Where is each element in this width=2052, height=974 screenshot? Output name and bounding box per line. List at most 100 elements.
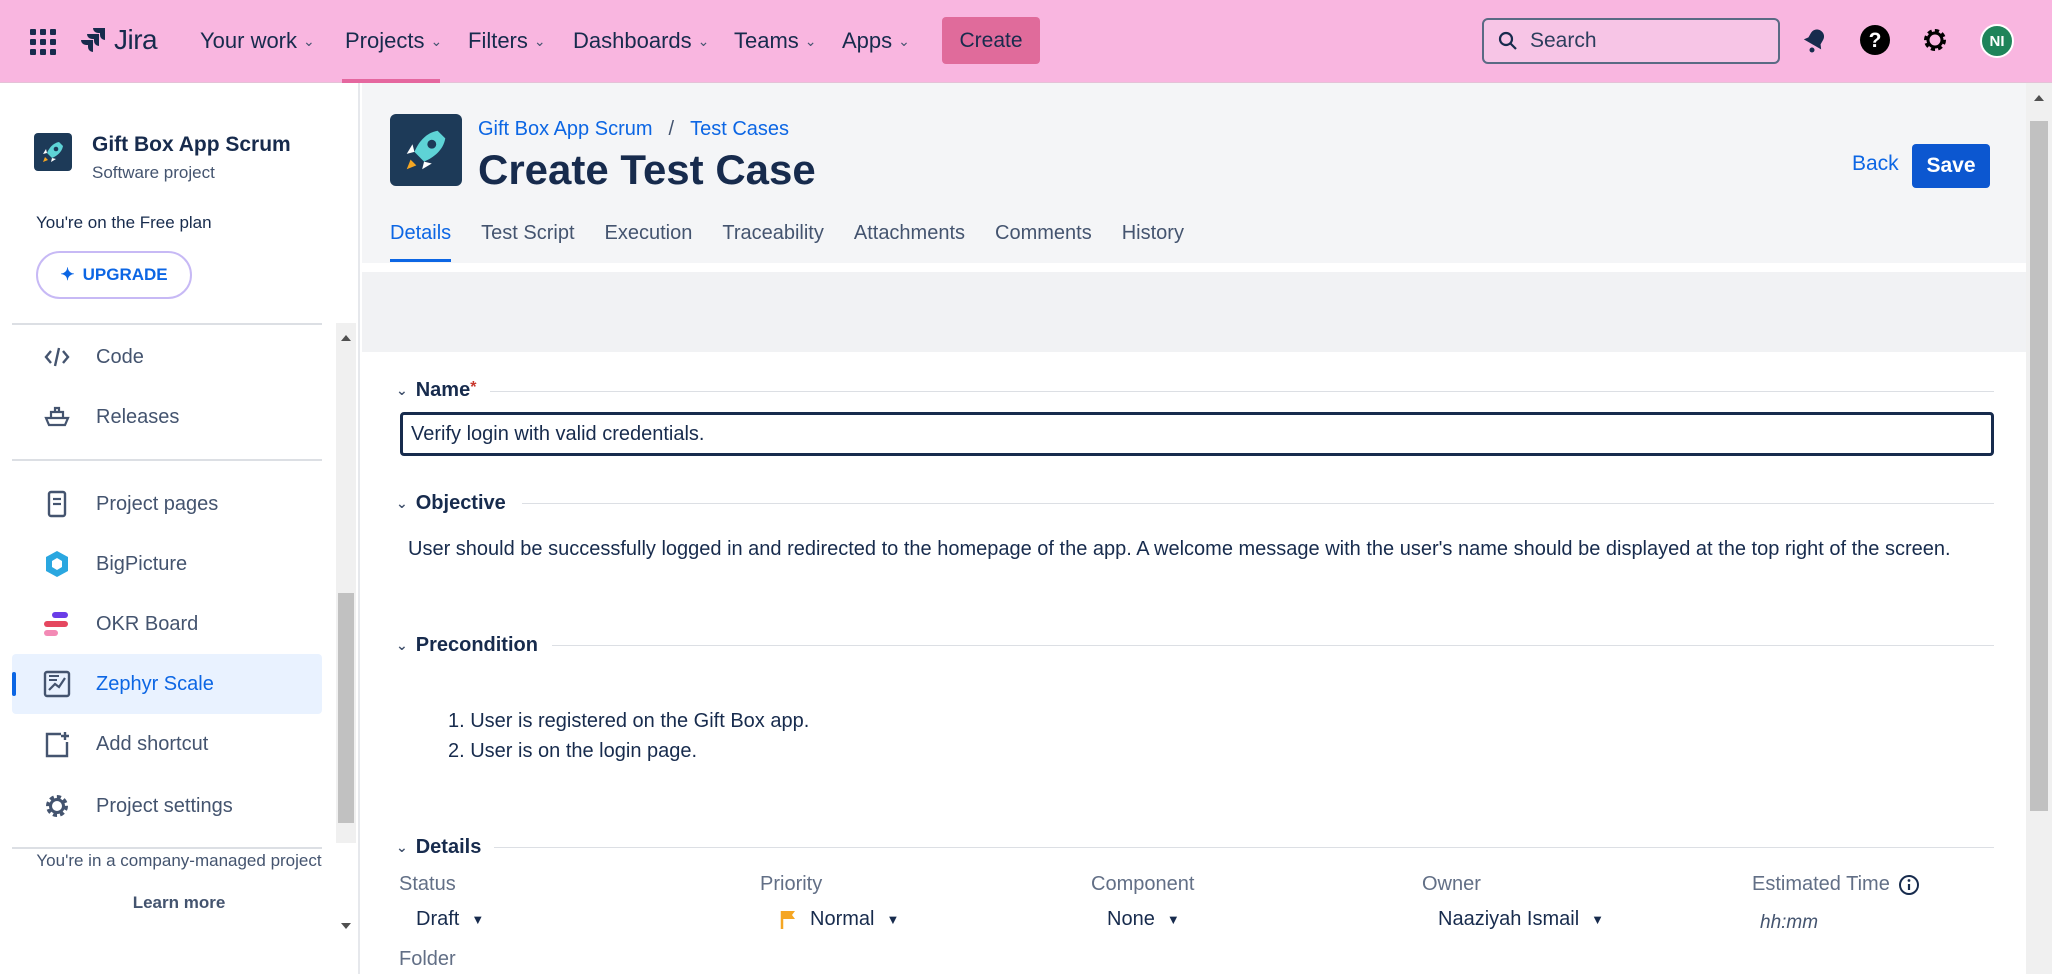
breadcrumb: Gift Box App Scrum / Test Cases bbox=[478, 118, 789, 141]
name-section-header[interactable]: ⌄ Name* bbox=[396, 379, 476, 402]
notifications-icon[interactable] bbox=[1798, 23, 1832, 57]
component-select[interactable]: None ▼ bbox=[1107, 908, 1180, 931]
breadcrumb-test-cases[interactable]: Test Cases bbox=[690, 118, 789, 141]
chevron-down-icon: ▼ bbox=[1591, 912, 1605, 927]
precondition-list[interactable]: 1. User is registered on the Gift Box ap… bbox=[448, 706, 809, 766]
app-switcher-icon[interactable] bbox=[30, 29, 56, 55]
priority-select[interactable]: Normal ▼ bbox=[780, 908, 899, 931]
scroll-thumb[interactable] bbox=[338, 593, 354, 823]
ship-icon bbox=[42, 406, 72, 428]
sidebar-item-zephyr-scale[interactable]: Zephyr Scale bbox=[12, 654, 322, 714]
project-header[interactable]: Gift Box App Scrum Software project bbox=[34, 133, 291, 183]
breadcrumb-separator: / bbox=[668, 118, 675, 140]
upgrade-button[interactable]: ✦ UPGRADE bbox=[36, 251, 192, 299]
search-icon bbox=[1498, 31, 1517, 50]
sidebar-scrollbar[interactable] bbox=[336, 323, 356, 929]
jira-logo-icon bbox=[81, 28, 105, 52]
chevron-down-icon: ▼ bbox=[886, 912, 900, 927]
sidebar-item-code[interactable]: Code bbox=[12, 327, 322, 387]
main-scrollbar[interactable] bbox=[2026, 83, 2052, 974]
scroll-up-arrow-icon[interactable] bbox=[340, 333, 352, 343]
sidebar-item-label: BigPicture bbox=[96, 552, 188, 575]
chevron-down-icon: ▼ bbox=[1166, 912, 1180, 927]
list-item: 1. User is registered on the Gift Box ap… bbox=[448, 710, 810, 732]
nav-projects-label: Projects bbox=[345, 28, 425, 53]
estimated-time-label: Estimated Time bbox=[1752, 873, 1890, 895]
add-shortcut-icon bbox=[42, 730, 72, 758]
list-item: 2. User is on the login page. bbox=[448, 740, 698, 762]
nav-projects[interactable]: Projects ⌄ bbox=[345, 28, 442, 54]
plan-text: You're on the Free plan bbox=[36, 213, 212, 232]
estimated-time-input[interactable]: hh:mm bbox=[1760, 912, 1818, 934]
page-icon bbox=[42, 490, 72, 518]
sidebar-item-okr-board[interactable]: OKR Board bbox=[12, 594, 322, 654]
breadcrumb-project[interactable]: Gift Box App Scrum bbox=[478, 118, 653, 141]
nav-your-work[interactable]: Your work ⌄ bbox=[200, 28, 315, 54]
folder-label: Folder bbox=[399, 948, 456, 970]
sidebar-item-project-pages[interactable]: Project pages bbox=[12, 474, 322, 534]
scroll-down-arrow-icon[interactable] bbox=[340, 921, 352, 931]
create-button[interactable]: Create bbox=[942, 17, 1040, 64]
project-type: Software project bbox=[92, 163, 215, 182]
sidebar-item-label: Project pages bbox=[96, 492, 219, 515]
chevron-down-icon: ⌄ bbox=[533, 32, 546, 49]
settings-gear-icon[interactable] bbox=[1918, 23, 1952, 57]
tab-execution[interactable]: Execution bbox=[605, 222, 693, 262]
sidebar-item-releases[interactable]: Releases bbox=[12, 387, 322, 447]
nav-dashboards[interactable]: Dashboards ⌄ bbox=[573, 28, 709, 54]
nav-filters[interactable]: Filters ⌄ bbox=[468, 28, 546, 54]
sidebar-item-label: Add shortcut bbox=[96, 732, 209, 755]
search-box[interactable] bbox=[1482, 18, 1780, 64]
back-button[interactable]: Back bbox=[1852, 152, 1899, 176]
top-navigation: Jira Your work ⌄ Projects ⌄ Filters ⌄ Dashb… bbox=[0, 0, 2052, 83]
tab-details[interactable]: Details bbox=[390, 222, 452, 262]
project-name: Gift Box App Scrum bbox=[92, 133, 291, 156]
precondition-section-header[interactable]: ⌄ Precondition bbox=[396, 634, 538, 657]
learn-more-link[interactable]: Learn more bbox=[0, 893, 358, 913]
search-input[interactable] bbox=[1530, 29, 1730, 53]
nav-teams[interactable]: Teams ⌄ bbox=[734, 28, 817, 54]
sidebar-item-bigpicture[interactable]: BigPicture bbox=[12, 534, 322, 594]
nav-apps[interactable]: Apps ⌄ bbox=[842, 28, 910, 54]
tab-test-script[interactable]: Test Script bbox=[481, 222, 574, 262]
sidebar-divider bbox=[12, 459, 322, 461]
tab-history[interactable]: History bbox=[1122, 222, 1184, 262]
details-label: Details bbox=[415, 836, 482, 858]
tab-comments[interactable]: Comments bbox=[995, 222, 1092, 262]
info-icon[interactable] bbox=[1898, 874, 1920, 896]
section-divider bbox=[522, 503, 1994, 504]
objective-text[interactable]: User should be successfully logged in an… bbox=[408, 534, 1978, 564]
page-title: Create Test Case bbox=[478, 146, 816, 193]
save-button[interactable]: Save bbox=[1912, 144, 1990, 188]
section-divider bbox=[490, 391, 1994, 392]
sparkle-icon: ✦ bbox=[60, 265, 75, 284]
sidebar-item-label: Releases bbox=[96, 405, 180, 428]
tab-traceability[interactable]: Traceability bbox=[722, 222, 824, 262]
name-input[interactable] bbox=[400, 412, 1994, 456]
nav-apps-label: Apps bbox=[842, 28, 893, 53]
project-sidebar: Gift Box App Scrum Software project You'… bbox=[0, 83, 360, 974]
user-avatar[interactable]: NI bbox=[1980, 24, 2014, 58]
status-value: Draft bbox=[416, 908, 460, 930]
details-section-header[interactable]: ⌄ Details bbox=[396, 836, 481, 859]
scroll-thumb[interactable] bbox=[2030, 121, 2048, 811]
tab-bar: Details Test Script Execution Traceabili… bbox=[390, 222, 1184, 262]
nav-teams-label: Teams bbox=[734, 28, 799, 53]
chevron-down-icon: ⌄ bbox=[396, 839, 408, 855]
help-icon[interactable]: ? bbox=[1858, 23, 1892, 57]
owner-select[interactable]: Naaziyah Ismail ▼ bbox=[1438, 908, 1604, 931]
sidebar-item-add-shortcut[interactable]: Add shortcut bbox=[12, 714, 322, 774]
status-select[interactable]: Draft ▼ bbox=[416, 908, 484, 931]
owner-label: Owner bbox=[1422, 873, 1481, 895]
sidebar-item-project-settings[interactable]: Project settings bbox=[12, 776, 322, 836]
company-managed-text: You're in a company-managed project bbox=[36, 851, 322, 870]
jira-logo-text: Jira bbox=[114, 24, 158, 55]
chevron-down-icon: ⌄ bbox=[396, 382, 408, 398]
tab-attachments[interactable]: Attachments bbox=[854, 222, 965, 262]
objective-section-header[interactable]: ⌄ Objective bbox=[396, 492, 506, 515]
name-label: Name bbox=[415, 379, 471, 401]
sidebar-item-label: Zephyr Scale bbox=[96, 672, 214, 695]
scroll-up-arrow-icon[interactable] bbox=[2033, 93, 2045, 103]
nav-dashboards-label: Dashboards bbox=[573, 28, 692, 53]
jira-logo[interactable]: Jira bbox=[78, 24, 158, 56]
